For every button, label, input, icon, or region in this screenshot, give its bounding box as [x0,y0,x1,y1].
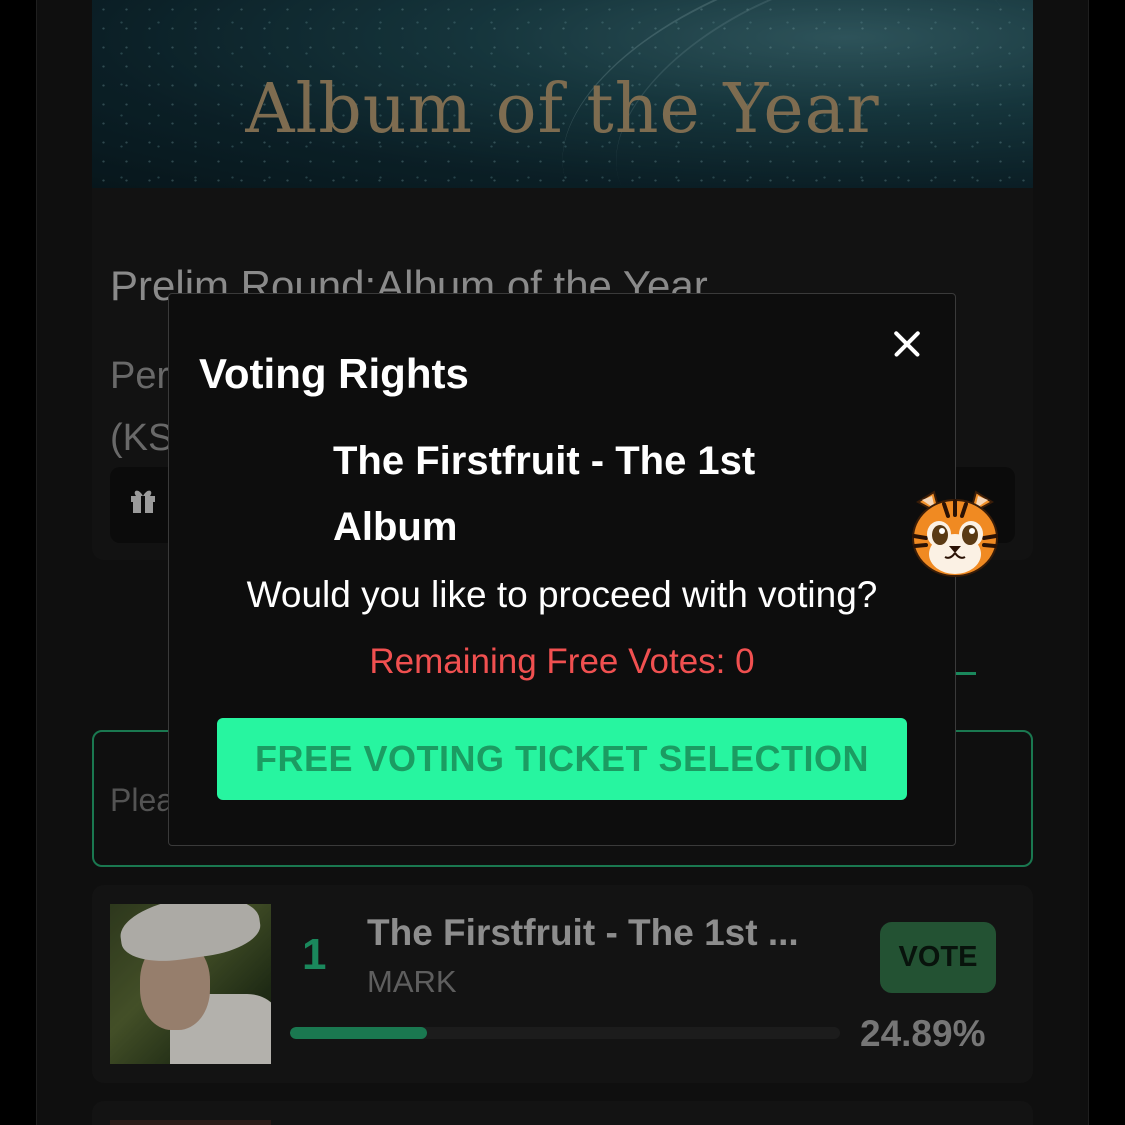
dialog-title: Voting Rights [199,350,469,397]
remaining-votes: Remaining Free Votes: 0 [369,642,755,681]
close-icon[interactable] [887,324,927,364]
selected-album: The Firstfruit - The 1st Album [333,428,803,560]
album-line: Album [333,505,458,549]
confirm-question: Would you like to proceed with voting? [246,574,878,615]
free-voting-ticket-button[interactable]: FREE VOTING TICKET SELECTION [217,718,907,800]
voting-rights-dialog: Voting Rights The Firstfruit - The 1st A… [168,293,956,846]
tiger-icon[interactable] [908,488,1002,580]
album-line: The Firstfruit - The 1st [333,439,756,483]
